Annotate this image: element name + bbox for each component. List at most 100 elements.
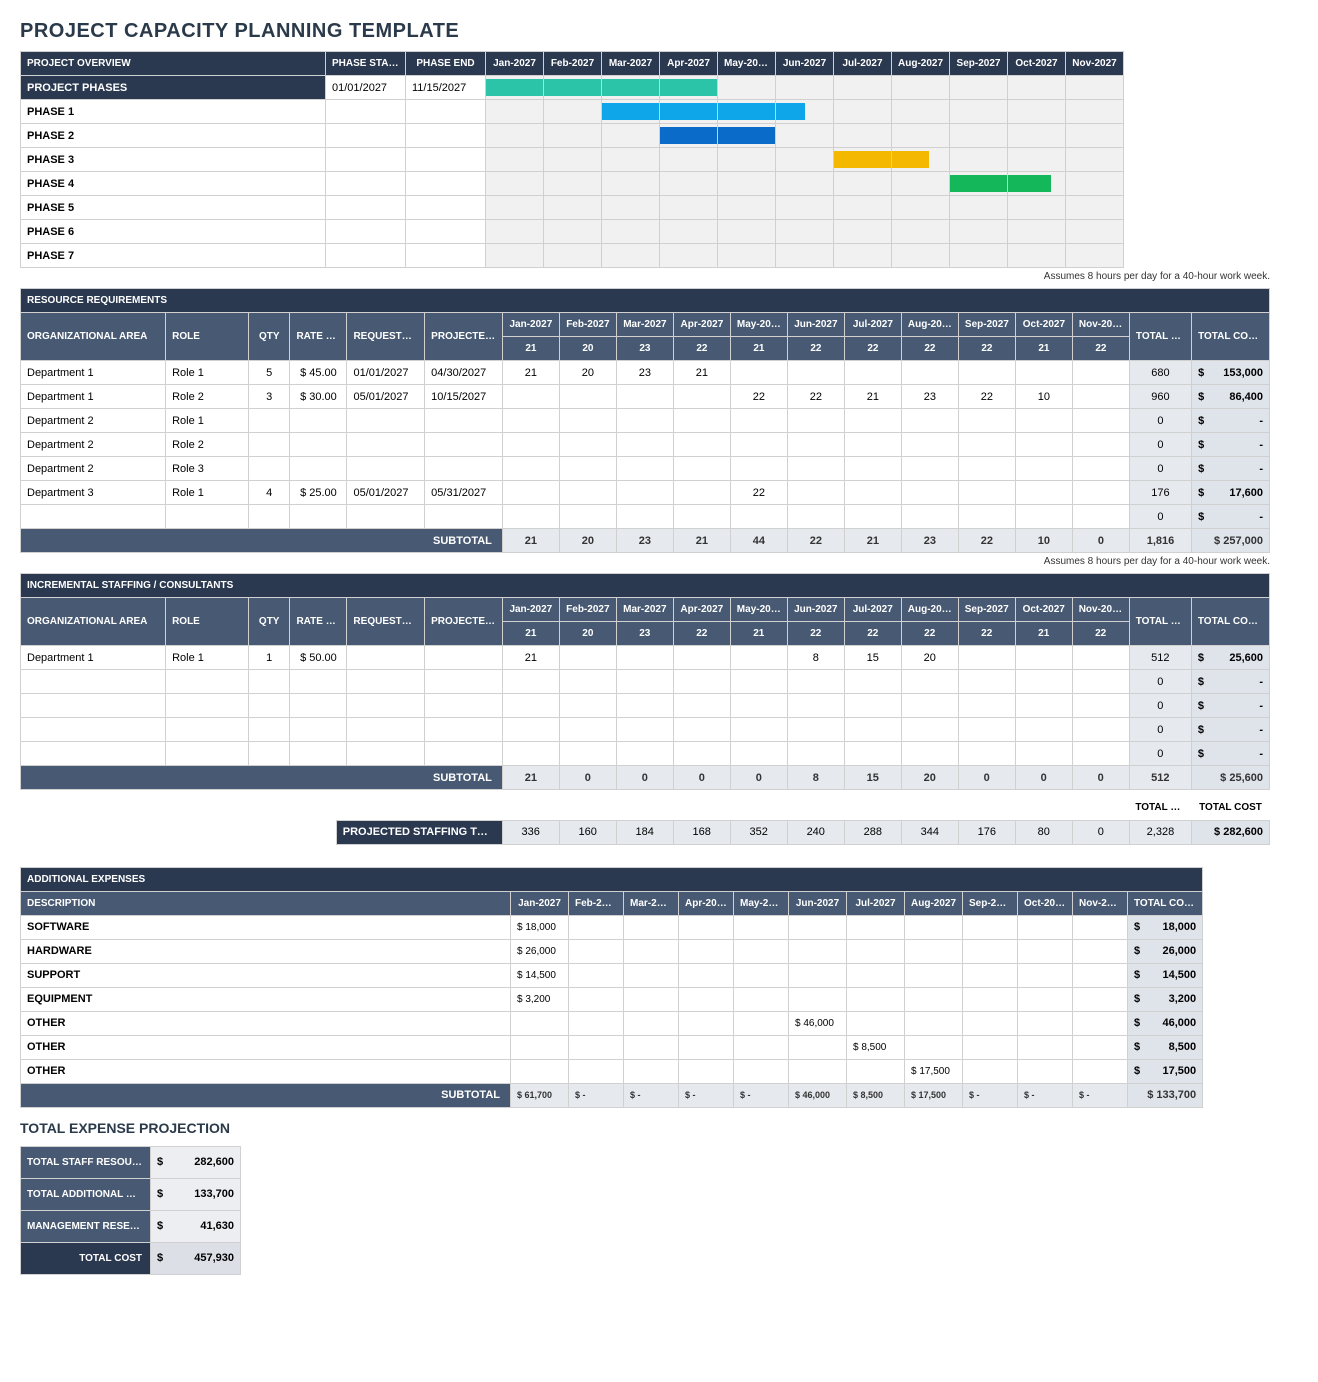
cell [248, 742, 289, 766]
cell [347, 694, 425, 718]
gantt-cell [776, 76, 834, 100]
total-hours: 0 [1129, 718, 1191, 742]
total-cost: $153,000 [1192, 361, 1270, 385]
month-cell [787, 481, 844, 505]
hdr-rate: RATE OF PAY [290, 313, 347, 361]
cell [166, 694, 249, 718]
phases-start: 01/01/2027 [326, 76, 406, 100]
cell [425, 742, 503, 766]
month-cell [673, 481, 730, 505]
subtotal-m: 0 [1072, 529, 1129, 553]
month-cell [1015, 646, 1072, 670]
phase-row: PHASE 4 [21, 172, 1124, 196]
expense-month [1018, 939, 1073, 963]
month-cell [616, 481, 673, 505]
subtotal-m: 10 [1015, 529, 1072, 553]
expense-month [1018, 963, 1073, 987]
month-cell [730, 505, 787, 529]
hdr-month: Jul-2027 [844, 598, 901, 622]
cell [21, 505, 166, 529]
cell: Role 2 [166, 385, 249, 409]
expense-month [569, 915, 624, 939]
expense-month [789, 1059, 847, 1083]
expense-month [963, 1035, 1018, 1059]
cell [290, 505, 347, 529]
month-cell [730, 409, 787, 433]
subtotal-m: 21 [673, 529, 730, 553]
month-cell [901, 670, 958, 694]
cell [347, 670, 425, 694]
exp-sub-m: $ 46,000 [789, 1083, 847, 1107]
total-cost: $- [1192, 457, 1270, 481]
hdr-org-area: ORGANIZATIONAL AREA [21, 313, 166, 361]
subtotal-m: 20 [901, 766, 958, 790]
cell [166, 742, 249, 766]
hdr-month: Oct-2027 [1018, 891, 1073, 915]
expense-month [679, 963, 734, 987]
exp-sub-total: 133,700 [1128, 1083, 1203, 1107]
month-cell [958, 505, 1015, 529]
hdr-phase-end: PHASE END [406, 52, 486, 76]
expense-month [624, 939, 679, 963]
hdr-month: Aug-2027 [905, 891, 963, 915]
month-cell [673, 646, 730, 670]
month-cell [787, 361, 844, 385]
expense-month [1018, 915, 1073, 939]
proj-m: 344 [901, 820, 958, 844]
month-cell [1015, 505, 1072, 529]
expense-month [511, 1035, 569, 1059]
table-row: Department 1Role 11$ 50.002181520512$25,… [21, 646, 1270, 670]
expense-month [624, 1059, 679, 1083]
month-days: 21 [1015, 337, 1072, 361]
summary-row: MANAGEMENT RESERVE (10%)$41,630 [21, 1210, 241, 1242]
expense-month: $ 14,500 [511, 963, 569, 987]
expense-month [905, 963, 963, 987]
phases-label: PROJECT PHASES [21, 76, 326, 100]
expense-desc: SUPPORT [21, 963, 511, 987]
month-days: 22 [901, 337, 958, 361]
month-days: 22 [673, 337, 730, 361]
month-cell [559, 694, 616, 718]
expense-desc: SOFTWARE [21, 915, 511, 939]
month-cell [673, 742, 730, 766]
expense-month [624, 1035, 679, 1059]
incremental-subtotal: SUBTOTAL 21 0 0 0 0 8 15 20 0 0 0 512 25… [21, 766, 1270, 790]
total-cost: $- [1191, 670, 1269, 694]
hdr-total-cost: TOTAL COST ALLOCATED [1191, 598, 1269, 646]
month-cell: 22 [958, 385, 1015, 409]
phase-row: PHASE 7 [21, 244, 1124, 268]
expense-month [1073, 915, 1128, 939]
cell [21, 694, 166, 718]
cell [290, 718, 347, 742]
hdr-month: Jun-2027 [787, 598, 844, 622]
month-cell [787, 409, 844, 433]
expenses-table: ADDITIONAL EXPENSES DESCRIPTION Jan-2027… [20, 867, 1203, 1108]
expense-total: $14,500 [1128, 963, 1203, 987]
cell: $ 30.00 [290, 385, 347, 409]
summary-val: $457,930 [151, 1242, 241, 1274]
hdr-month: Jan-2027 [502, 598, 559, 622]
cell [290, 670, 347, 694]
proj-m: 184 [616, 820, 673, 844]
expense-month: $ 26,000 [511, 939, 569, 963]
expense-month [1018, 1011, 1073, 1035]
table-row: Department 1Role 23$ 30.0005/01/202710/1… [21, 385, 1270, 409]
proj-m: 160 [559, 820, 616, 844]
expense-total: $26,000 [1128, 939, 1203, 963]
cell: Role 3 [166, 457, 249, 481]
month-cell [616, 694, 673, 718]
hdr-total-cost: TOTAL COST ALLOCATED [1192, 313, 1270, 361]
expense-month [847, 963, 905, 987]
table-row: Department 2Role 30$- [21, 457, 1270, 481]
expense-month [569, 987, 624, 1011]
expense-month [963, 1059, 1018, 1083]
subtotal-m: 15 [844, 766, 901, 790]
expense-month [569, 963, 624, 987]
exp-sub-m: $ - [1073, 1083, 1128, 1107]
month-cell [616, 718, 673, 742]
total-cost: $86,400 [1192, 385, 1270, 409]
hdr-month: Feb-2027 [559, 598, 616, 622]
phase-label: PHASE 5 [21, 196, 326, 220]
cell [249, 433, 290, 457]
gantt-cell [660, 76, 718, 100]
